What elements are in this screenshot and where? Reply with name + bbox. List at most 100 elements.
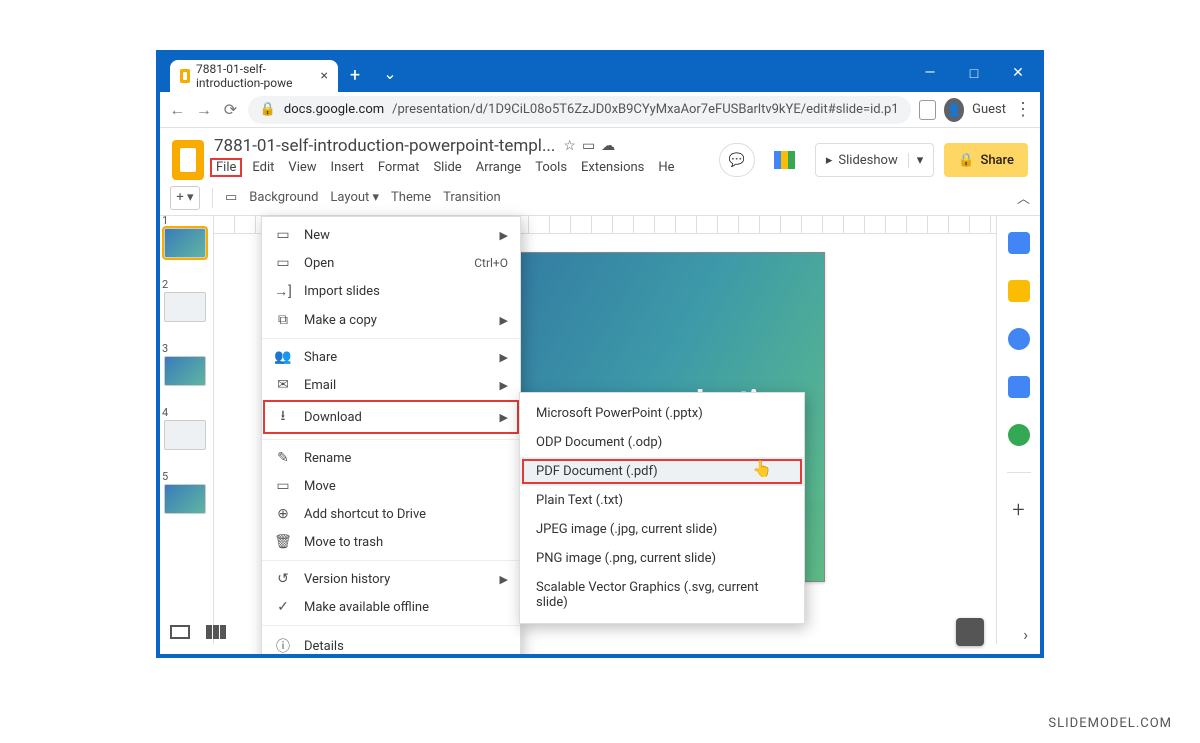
slide-thumbnail[interactable]: 1 (164, 228, 209, 258)
thumb-number: 1 (162, 214, 168, 227)
star-icon[interactable]: ☆ (563, 138, 576, 154)
menu-format[interactable]: Format (378, 160, 420, 175)
toolbar-layout[interactable]: Layout ▾ (330, 190, 379, 205)
add-on-button[interactable]: + (1008, 499, 1030, 521)
grid-view-icon[interactable] (206, 625, 226, 639)
profile-avatar-icon[interactable]: 👤 (944, 98, 964, 122)
browser-tab[interactable]: 7881-01-self-introduction-powe × (170, 60, 338, 92)
keep-icon[interactable] (1008, 280, 1030, 302)
submenu-arrow-icon: ▶ (500, 314, 508, 327)
lock-icon: 🔒 (260, 102, 276, 117)
side-panel: + (996, 216, 1040, 644)
file-menu-item[interactable]: ▭New▶ (262, 221, 520, 249)
menu-extensions[interactable]: Extensions (581, 160, 644, 175)
side-panel-toggle-icon[interactable]: › (1023, 625, 1028, 644)
filmstrip-view-icon[interactable] (170, 625, 190, 639)
menu-item-icon: ▭ (274, 227, 292, 243)
toolbar-theme[interactable]: Theme (391, 190, 431, 205)
slideshow-button[interactable]: ▸ Slideshow ▾ (815, 143, 934, 177)
app-window: 7881-01-self-introduction-powe × + ⌄ ― □… (156, 50, 1044, 658)
url-field[interactable]: 🔒 docs.google.com /presentation/d/1D9CiL… (248, 96, 911, 124)
file-menu-item[interactable]: ✉Email▶ (262, 371, 520, 399)
slide-thumbnail[interactable]: 5 (164, 484, 209, 514)
file-menu-item[interactable]: ▭Move (262, 472, 520, 500)
share-button[interactable]: 🔒 Share (944, 143, 1028, 177)
new-slide-button[interactable]: + ▾ (170, 186, 200, 210)
menu-item-label: Email (304, 378, 336, 393)
thumb-number: 4 (162, 406, 168, 419)
file-menu-item[interactable]: ⓘDetails (262, 630, 520, 658)
download-option[interactable]: Plain Text (.txt) (520, 486, 804, 515)
filmstrip[interactable]: 1 2 3 4 5 (160, 216, 214, 644)
nav-reload-button[interactable]: ⟳ (221, 100, 240, 119)
slide-thumbnail[interactable]: 2 (164, 292, 209, 322)
menu-file[interactable]: File (210, 158, 242, 177)
slide-thumbnail[interactable]: 3 (164, 356, 209, 386)
file-menu-item[interactable]: ✓ Make available offline (262, 593, 520, 621)
download-option[interactable]: Scalable Vector Graphics (.svg, current … (520, 573, 804, 617)
download-option[interactable]: PNG image (.png, current slide) (520, 544, 804, 573)
file-menu-item[interactable]: ⭳Download▶ (262, 399, 520, 435)
menu-slide[interactable]: Slide (433, 160, 461, 175)
menu-tools[interactable]: Tools (535, 160, 567, 175)
menu-insert[interactable]: Insert (331, 160, 364, 175)
nav-back-button[interactable]: ← (168, 100, 187, 120)
file-menu-item[interactable]: ⊕Add shortcut to Drive (262, 500, 520, 528)
slides-logo-icon[interactable] (172, 140, 204, 180)
maps-icon[interactable] (1008, 424, 1030, 446)
menu-item-label: Import slides (304, 284, 380, 299)
meet-button[interactable] (765, 143, 805, 177)
window-close-button[interactable]: ✕ (996, 54, 1040, 92)
url-domain: docs.google.com (284, 102, 384, 117)
menu-arrange[interactable]: Arrange (476, 160, 521, 175)
explore-button[interactable] (956, 618, 984, 646)
contacts-icon[interactable] (1008, 376, 1030, 398)
menu-item-icon: ⧉ (274, 312, 292, 328)
reading-list-icon[interactable] (919, 100, 936, 120)
chrome-menu-button[interactable]: ⋮ (1014, 99, 1032, 120)
file-menu-item[interactable]: ▭OpenCtrl+O (262, 249, 520, 277)
file-menu-item[interactable]: 🗑Move to trash (262, 528, 520, 556)
comments-button[interactable]: 💬 (719, 143, 755, 177)
download-option[interactable]: ODP Document (.odp) (520, 428, 804, 457)
tab-close-icon[interactable]: × (321, 68, 328, 84)
file-menu-item[interactable]: ↺Version history▶ (262, 565, 520, 593)
text-box-icon[interactable]: ▭ (225, 190, 237, 205)
nav-forward-button[interactable]: → (195, 100, 214, 120)
tabs-dropdown-icon[interactable]: ⌄ (368, 64, 412, 83)
download-option[interactable]: JPEG image (.jpg, current slide) (520, 515, 804, 544)
file-menu-item[interactable]: ⧉Make a copy▶ (262, 306, 520, 334)
download-option[interactable]: Microsoft PowerPoint (.pptx) (520, 399, 804, 428)
toolbar-collapse-icon[interactable]: ︿ (1017, 188, 1030, 207)
menu-view[interactable]: View (288, 160, 316, 175)
file-menu-item[interactable]: ✎Rename (262, 444, 520, 472)
calendar-icon[interactable] (1008, 232, 1030, 254)
window-minimize-button[interactable]: ― (908, 54, 952, 92)
file-menu[interactable]: ▭New▶▭OpenCtrl+O→]Import slides⧉Make a c… (261, 216, 521, 658)
menu-item-shortcut: Ctrl+O (474, 256, 508, 270)
menu-edit[interactable]: Edit (252, 160, 274, 175)
tasks-icon[interactable] (1008, 328, 1030, 350)
menu-item-label: Make available offline (304, 600, 429, 615)
download-option[interactable]: PDF Document (.pdf) (520, 457, 804, 486)
toolbar-transition[interactable]: Transition (443, 190, 501, 205)
slide-thumbnail[interactable]: 4 (164, 420, 209, 450)
thumb-number: 5 (162, 470, 168, 483)
menu-help[interactable]: He (658, 160, 674, 175)
toolbar-background[interactable]: Background (249, 190, 318, 205)
menu-item-icon: ✓ (274, 599, 292, 615)
watermark: SLIDEMODEL.COM (1048, 716, 1172, 731)
window-maximize-button[interactable]: □ (952, 54, 996, 92)
menu-item-icon: ✉ (274, 377, 292, 393)
file-menu-item[interactable]: →]Import slides (262, 277, 520, 306)
slideshow-dropdown-icon[interactable]: ▾ (908, 153, 924, 168)
new-tab-button[interactable]: + (342, 62, 368, 88)
move-folder-icon[interactable]: ▭ (582, 138, 595, 154)
editor-main: 12345 duction LATE ▭New▶▭OpenCtrl+O→]Imp… (160, 216, 1040, 644)
submenu-arrow-icon: ▶ (500, 351, 508, 364)
tab-title: 7881-01-self-introduction-powe (196, 62, 315, 90)
download-submenu[interactable]: 👆 Microsoft PowerPoint (.pptx)ODP Docume… (519, 392, 805, 624)
doc-title[interactable]: 7881-01-self-introduction-powerpoint-tem… (214, 136, 555, 156)
file-menu-item[interactable]: 👥Share▶ (262, 343, 520, 371)
doc-header: 7881-01-self-introduction-powerpoint-tem… (160, 128, 1040, 180)
